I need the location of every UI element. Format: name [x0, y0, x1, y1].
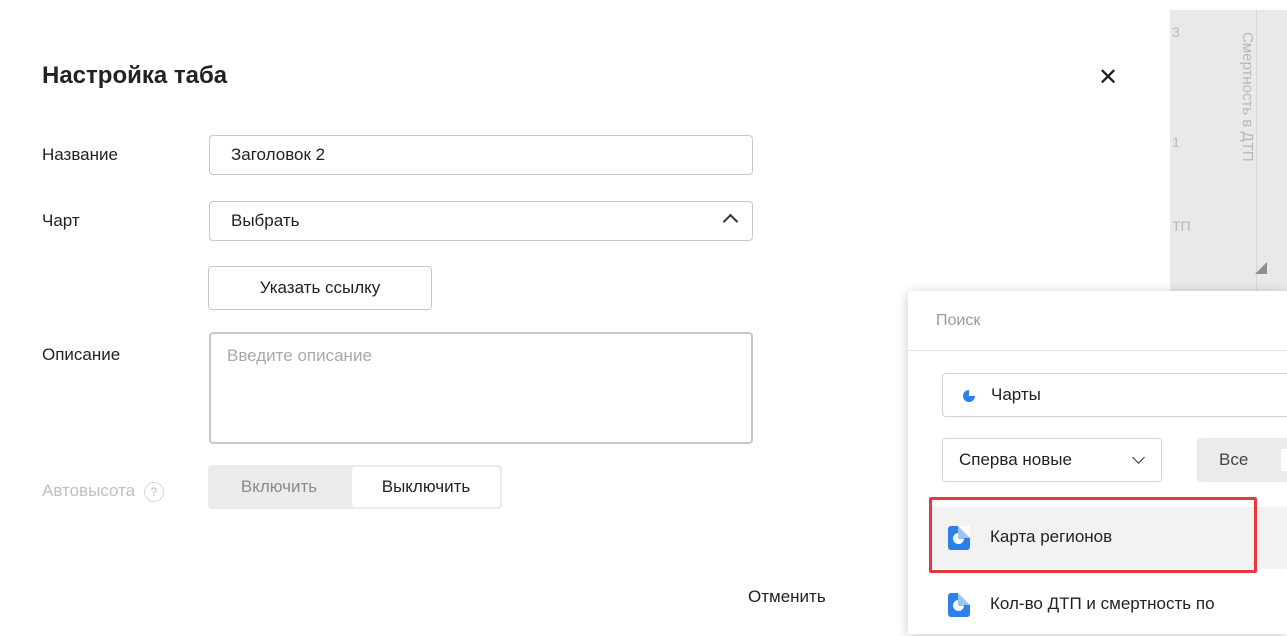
list-item-label: Карта регионов	[990, 527, 1113, 546]
autoheight-label: Автовысота ?	[42, 481, 164, 502]
chart-select[interactable]: Выбрать	[209, 201, 753, 241]
chart-document-icon	[948, 593, 970, 617]
sort-value: Сперва новые	[959, 450, 1072, 469]
chevron-up-icon	[722, 213, 739, 230]
background-fragment-bottom: ТП	[1172, 218, 1191, 234]
resize-handle-icon	[1255, 262, 1267, 274]
background-divider	[1256, 10, 1257, 292]
filter-divider	[1281, 449, 1287, 471]
name-label: Название	[42, 145, 118, 164]
autoheight-toggle: Включить Выключить	[208, 465, 502, 509]
chart-select-value: Выбрать	[231, 211, 300, 230]
help-icon[interactable]: ?	[143, 481, 164, 502]
list-item[interactable]: Карта регионов	[930, 507, 1287, 569]
background-fragment-mid: 1	[1172, 134, 1180, 150]
background-column-header: Смертность в ДТП	[1239, 32, 1256, 162]
description-label: Описание	[42, 345, 121, 364]
filter-all-button[interactable]: Все	[1197, 438, 1287, 482]
chart-pie-icon	[953, 533, 964, 544]
chart-pie-icon	[953, 600, 964, 611]
autoheight-label-text: Автовысота	[42, 481, 136, 500]
autoheight-enable-option[interactable]: Включить	[208, 465, 350, 509]
cancel-button[interactable]: Отменить	[748, 587, 826, 607]
search-placeholder: Поиск	[936, 312, 981, 329]
list-item-label: Кол-во ДТП и смертность по	[990, 594, 1215, 613]
sort-select[interactable]: Сперва новые	[942, 438, 1162, 482]
autoheight-disable-option[interactable]: Выключить	[352, 467, 500, 507]
chevron-down-icon	[1132, 451, 1145, 464]
chart-label: Чарт	[42, 211, 80, 230]
name-input-value: Заголовок 2	[231, 145, 326, 164]
description-textarea[interactable]: Введите описание	[209, 332, 753, 444]
search-input[interactable]: Поиск	[908, 291, 1287, 351]
specify-link-button[interactable]: Указать ссылку	[208, 266, 432, 310]
background-fragment-top: 3	[1172, 24, 1180, 40]
close-icon[interactable]: ✕	[1094, 64, 1122, 92]
chart-document-icon	[948, 526, 970, 550]
description-placeholder: Введите описание	[227, 346, 372, 365]
list-item[interactable]: Кол-во ДТП и смертность по	[930, 574, 1287, 636]
name-input[interactable]: Заголовок 2	[209, 135, 753, 175]
dialog-title: Настройка таба	[42, 62, 228, 89]
chart-pie-icon	[963, 390, 975, 402]
entry-type-select[interactable]: Чарты	[942, 373, 1287, 417]
entry-type-value: Чарты	[991, 385, 1041, 404]
